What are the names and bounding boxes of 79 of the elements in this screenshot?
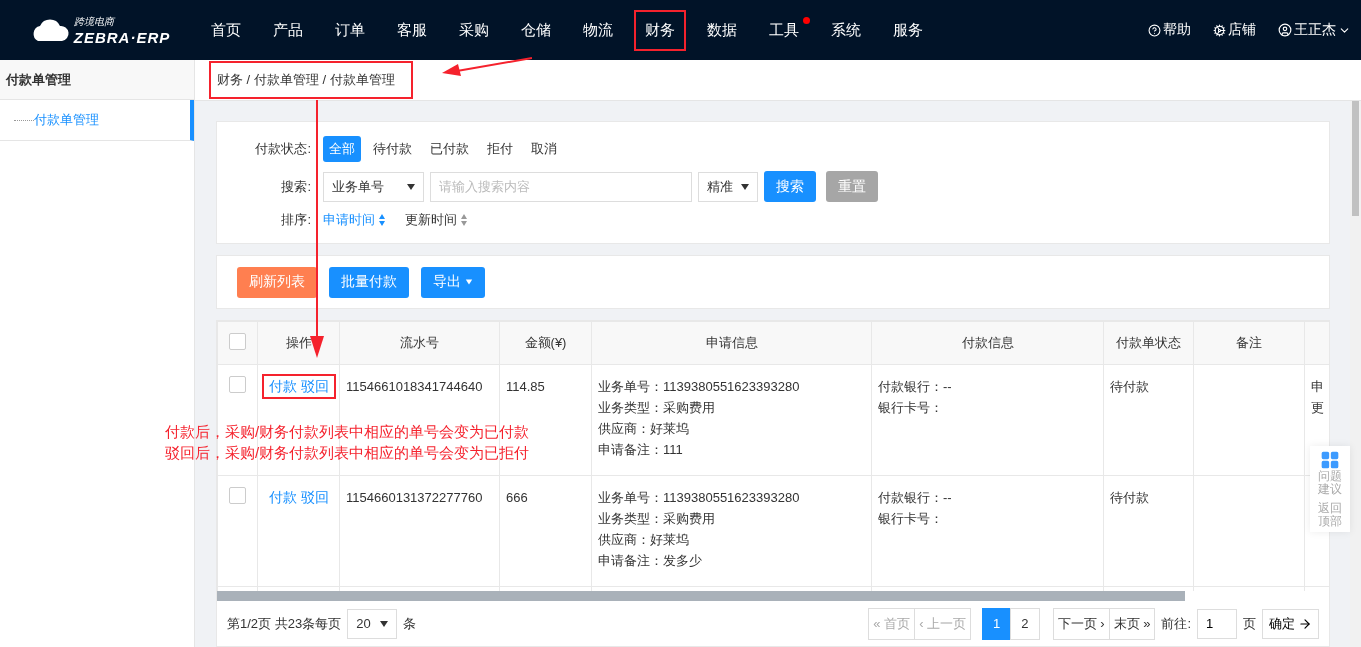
info-line: 业务单号：1139380551623393280 xyxy=(598,378,801,396)
page-button[interactable]: 2 xyxy=(1010,607,1040,640)
info-line: 银行卡号： xyxy=(878,510,944,528)
table-cell-text: 114.85 xyxy=(506,378,546,396)
column-header: 操作 xyxy=(257,321,340,365)
column-header: 付款信息 xyxy=(871,321,1104,365)
info-line: 银行卡号： xyxy=(878,399,944,417)
page-size-select[interactable]: 20 xyxy=(347,608,398,639)
info-line: 付款银行：-- xyxy=(878,378,953,396)
info-line: 供应商：好莱坞 xyxy=(598,531,690,549)
annotation-text: 付款后，采购/财务付款列表中相应的单号会变为已付款 xyxy=(165,422,530,442)
filter-label: 排序: xyxy=(280,211,311,229)
goto-page-field[interactable]: 1 xyxy=(1197,608,1237,639)
logo-tagline: 跨境电商 xyxy=(73,14,114,29)
table-cell-text: 1154661018341744640 xyxy=(346,378,484,396)
nav-item[interactable]: 服务 xyxy=(882,9,934,51)
header-link[interactable]: 帮助 xyxy=(1148,21,1191,39)
user-icon xyxy=(1278,23,1292,37)
column-header: 金额(¥) xyxy=(499,321,592,365)
table-cell-text: 待付款 xyxy=(1110,489,1150,507)
match-select[interactable]: 精准 xyxy=(698,171,758,202)
nav-item[interactable]: 订单 xyxy=(324,9,376,51)
nav-item[interactable]: 工具 xyxy=(758,9,810,51)
status-filter[interactable]: 待付款 xyxy=(367,136,418,162)
grid-icon xyxy=(1320,450,1340,470)
field-type-select[interactable]: 业务单号 xyxy=(323,171,424,202)
goto-label: 前往: xyxy=(1161,614,1191,633)
header-link[interactable]: 店铺 xyxy=(1213,21,1256,39)
info-line: 业务类型：采购费用 xyxy=(598,399,716,417)
info-line: 申 xyxy=(1311,378,1325,396)
page-summary: 第1/2页 共23条每页 xyxy=(227,614,342,633)
nav-item[interactable]: 系统 xyxy=(820,9,872,51)
column-header: 备注 xyxy=(1193,321,1305,365)
table-cell-text: 1154660131372277760 xyxy=(346,489,484,507)
nav-item[interactable]: 产品 xyxy=(262,9,314,51)
info-line: 申请备注：111 xyxy=(598,441,684,459)
column-header: 流水号 xyxy=(339,321,500,365)
nav-item[interactable]: 客服 xyxy=(386,9,438,51)
filter-label: 搜索: xyxy=(280,177,311,196)
sort-option[interactable]: 更新时间 xyxy=(405,211,467,229)
info-line: 付款银行：-- xyxy=(878,489,953,507)
page-nav-button[interactable]: 下一页 › xyxy=(1052,607,1110,640)
sort-icon xyxy=(461,214,467,226)
search-field[interactable]: 请输入搜索内容 xyxy=(430,171,692,202)
column-header: 付款单状态 xyxy=(1103,321,1194,365)
table-cell-text: 666 xyxy=(506,489,529,507)
nav-item[interactable]: 首页 xyxy=(200,9,252,51)
nav-item[interactable]: 物流 xyxy=(572,9,624,51)
page-unit-label: 页 xyxy=(1243,614,1256,633)
status-filter[interactable]: 拒付 xyxy=(481,136,519,162)
info-line: 业务类型：采购费用 xyxy=(598,510,716,528)
checkbox[interactable] xyxy=(229,487,246,504)
scrollbar-thumb[interactable] xyxy=(1352,101,1359,216)
info-line: 业务单号：1139380551623393280 xyxy=(598,489,801,507)
sort-icon xyxy=(379,214,385,226)
info-line: 更 xyxy=(1311,399,1325,417)
scrollbar-thumb[interactable] xyxy=(217,591,1185,601)
nav-item[interactable]: 数据 xyxy=(696,9,748,51)
sidebar-title: 付款单管理 xyxy=(0,60,194,100)
status-filter[interactable]: 已付款 xyxy=(424,136,475,162)
nav-item[interactable]: 仓储 xyxy=(510,9,562,51)
info-line: 供应商：好莱坞 xyxy=(598,420,690,438)
status-filter[interactable]: 取消 xyxy=(525,136,563,162)
checkbox[interactable] xyxy=(229,333,246,350)
logo-text: ZEBRA·ERP xyxy=(73,28,171,46)
filter-label: 付款状态: xyxy=(254,140,311,158)
header-link[interactable]: 王正杰 xyxy=(1278,21,1351,39)
info-line: 申请备注：发多少 xyxy=(598,552,703,570)
annotation-text: 驳回后，采购/财务付款列表中相应的单号会变为已拒付 xyxy=(165,443,530,463)
nav-item[interactable]: 财务 xyxy=(634,9,686,51)
page-nav-button[interactable]: 末页 » xyxy=(1108,607,1156,640)
column-header: 申请信息 xyxy=(591,321,872,365)
table-cell-text: 待付款 xyxy=(1110,378,1150,396)
confirm-button[interactable]: 确定 xyxy=(1262,608,1319,639)
unit-label: 条 xyxy=(403,614,417,633)
help-icon xyxy=(1148,23,1161,37)
nav-item[interactable]: 采购 xyxy=(448,9,500,51)
checkbox[interactable] xyxy=(229,376,246,393)
breadcrumb: 财务 / 付款单管理 / 付款单管理 xyxy=(209,61,413,99)
